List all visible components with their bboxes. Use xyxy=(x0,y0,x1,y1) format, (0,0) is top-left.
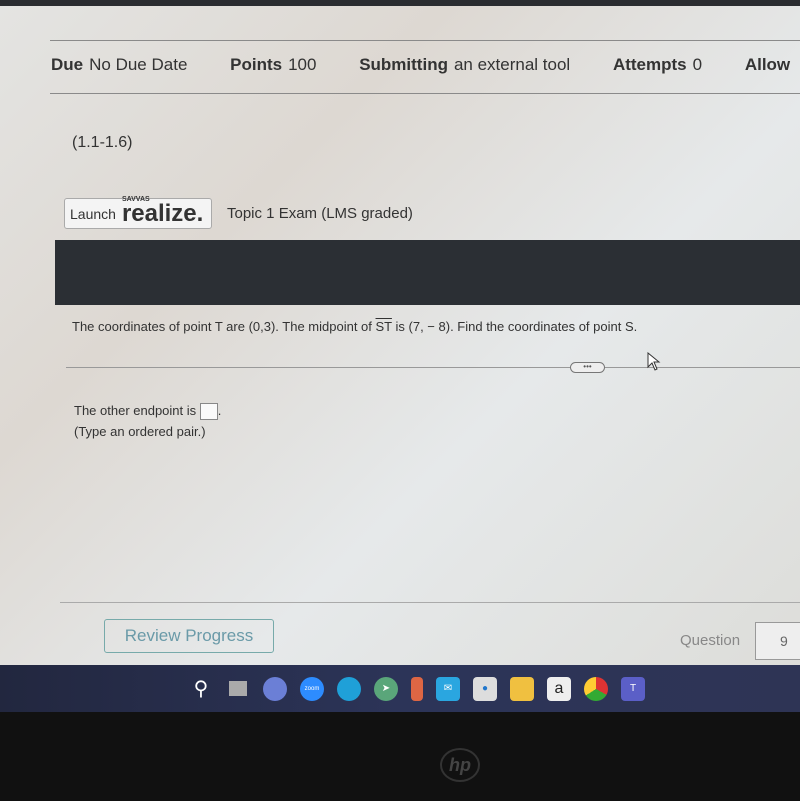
answer-suffix: . xyxy=(217,403,222,418)
review-progress-button[interactable]: Review Progress xyxy=(104,619,274,653)
divider xyxy=(50,40,800,41)
due-label: Due xyxy=(51,55,84,74)
windows-start-icon[interactable] xyxy=(152,677,176,701)
divider xyxy=(60,602,800,603)
mouse-cursor-icon xyxy=(647,352,661,371)
divider xyxy=(50,93,800,94)
office-icon[interactable] xyxy=(411,676,423,701)
teams-chat-icon[interactable] xyxy=(263,676,287,701)
submitting-value: an external tool xyxy=(453,55,571,74)
attempts-value: 0 xyxy=(692,55,703,74)
attempts-label: Attempts xyxy=(612,55,687,74)
submitting-label: Submitting xyxy=(359,55,448,74)
topic-title: Topic 1 Exam (LMS graded) xyxy=(227,205,413,222)
teams-icon[interactable]: T xyxy=(621,676,645,701)
realize-logo: SAVVAS realize. xyxy=(121,196,204,227)
savvas-text: SAVVAS xyxy=(121,195,150,203)
due-value: No Due Date xyxy=(89,55,188,74)
answer-input[interactable] xyxy=(199,403,218,421)
zoom-icon[interactable]: zoom xyxy=(300,676,324,701)
launch-realize-button[interactable]: Launch SAVVAS realize. xyxy=(64,196,212,229)
points-value: 100 xyxy=(288,55,317,74)
send-icon[interactable]: ➤ xyxy=(374,676,398,701)
screen: Due No Due Date Points 100 Submitting an ex… xyxy=(0,0,800,712)
divider xyxy=(66,367,800,368)
file-explorer-icon[interactable] xyxy=(510,676,534,701)
amazon-icon[interactable]: a xyxy=(547,676,571,701)
question-header-bar xyxy=(55,240,800,305)
contacts-icon[interactable]: ● xyxy=(473,676,497,701)
points-label: Points xyxy=(230,55,283,74)
segment-st: ST xyxy=(375,319,392,334)
question-part: The coordinates of point T are (0,3). Th… xyxy=(72,319,376,334)
edge-icon[interactable] xyxy=(337,676,361,701)
answer-area: The other endpoint is . (Type an ordered… xyxy=(74,400,221,442)
top-strip xyxy=(0,0,800,6)
task-view-icon[interactable] xyxy=(226,677,250,701)
question-label: Question xyxy=(680,632,741,649)
answer-hint: (Type an ordered pair.) xyxy=(74,424,206,439)
taskbar: ⚲ zoom ➤ ✉ ● a T xyxy=(0,665,800,712)
chrome-icon[interactable] xyxy=(584,676,608,701)
hp-logo: hp xyxy=(440,748,480,782)
answer-prefix: The other endpoint is xyxy=(74,403,200,418)
realize-text: realize. xyxy=(121,199,204,227)
question-text: The coordinates of point T are (0,3). Th… xyxy=(72,319,637,334)
section-range: (1.1-1.6) xyxy=(72,134,133,151)
expand-more-button[interactable]: ••• xyxy=(570,362,605,373)
mail-icon[interactable]: ✉ xyxy=(436,676,460,701)
question-part: is (7, − 8). Find the coordinates of poi… xyxy=(391,319,638,334)
allowed-label: Allow xyxy=(744,55,791,74)
search-icon[interactable]: ⚲ xyxy=(189,677,213,701)
assignment-details: Due No Due Date Points 100 Submitting an ex… xyxy=(51,55,796,75)
question-number-select[interactable]: 9 xyxy=(755,622,800,660)
launch-label: Launch xyxy=(70,205,116,222)
